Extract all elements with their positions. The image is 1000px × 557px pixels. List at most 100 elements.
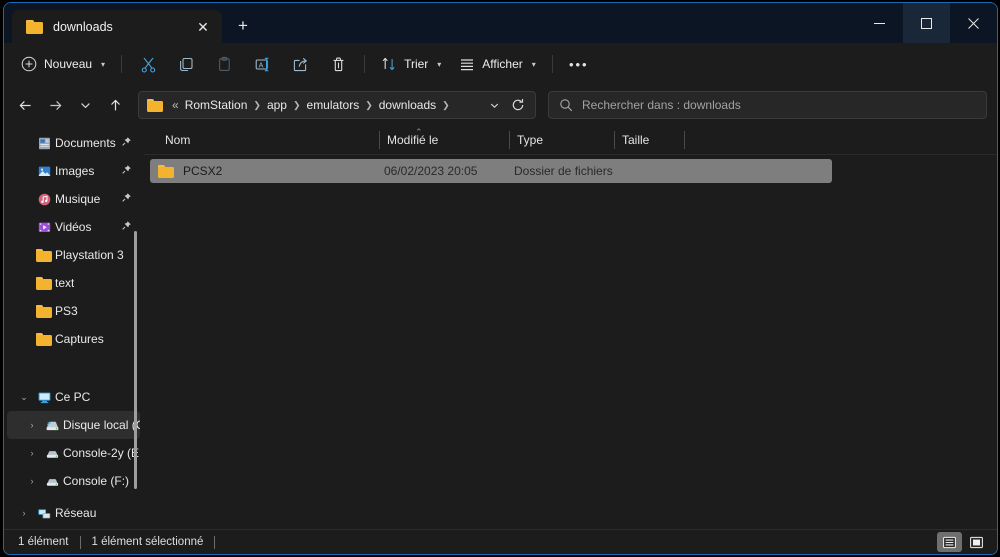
recent-locations-button[interactable]	[70, 90, 100, 120]
new-button[interactable]: Nouveau ▾	[12, 49, 114, 79]
chevron-down-icon: ▾	[101, 59, 106, 69]
tab-title: downloads	[53, 19, 113, 34]
breadcrumb-item-emulators[interactable]: emulators	[304, 98, 363, 112]
minimize-icon[interactable]	[856, 3, 903, 43]
column-header-taille[interactable]: Taille	[622, 133, 649, 147]
sidebar-item-label: Console-2y (E:	[63, 446, 140, 460]
sidebar-item-musique[interactable]: Musique	[7, 185, 140, 213]
pictures-icon	[33, 164, 55, 179]
sidebar-item-label: Documents	[55, 136, 116, 150]
file-modified: 06/02/2023 20:05	[384, 164, 478, 178]
address-bar[interactable]: « RomStation ❯ app ❯ emulators ❯ downloa…	[138, 91, 536, 119]
back-button[interactable]	[10, 90, 40, 120]
tab-downloads[interactable]: downloads ✕	[12, 10, 222, 43]
this-pc-icon	[33, 390, 55, 405]
breadcrumb-separator-icon: ❯	[253, 99, 261, 110]
sort-button-label: Trier	[404, 57, 429, 71]
scissors-icon	[141, 57, 155, 73]
folder-icon	[33, 304, 55, 318]
chevron-right-icon[interactable]: ›	[23, 448, 41, 458]
chevron-down-icon[interactable]: ⌄	[15, 392, 33, 403]
address-dropdown-icon[interactable]	[483, 93, 505, 117]
navigation-pane: Documents Images Musique Vidéos Playstat…	[4, 125, 144, 529]
command-bar: Nouveau ▾ A Trier ▾ Afficher ▾ •••	[4, 43, 997, 85]
sidebar-item-reseau[interactable]: › Réseau	[7, 499, 140, 527]
paste-button[interactable]	[205, 49, 243, 79]
sidebar-item-images[interactable]: Images	[7, 157, 140, 185]
large-icons-view-button[interactable]	[964, 532, 989, 552]
arrow-up-icon	[110, 99, 120, 110]
breadcrumb-separator-icon: ❯	[365, 99, 373, 110]
tab-close-icon[interactable]: ✕	[190, 15, 216, 39]
sidebar-item-captures[interactable]: Captures	[7, 325, 140, 353]
search-box[interactable]: Rechercher dans : downloads	[548, 91, 987, 119]
column-header-nom[interactable]: Nom	[165, 133, 190, 147]
breadcrumb-item-downloads[interactable]: downloads	[376, 98, 439, 112]
maximize-icon[interactable]	[903, 3, 950, 43]
sidebar-item-ps3[interactable]: PS3	[7, 297, 140, 325]
chevron-right-icon[interactable]: ›	[23, 420, 41, 430]
chevron-down-icon	[80, 102, 90, 108]
sidebar-item-console-f[interactable]: › Console (F:)	[7, 467, 140, 495]
breadcrumb-item-romstation[interactable]: RomStation	[182, 98, 251, 112]
search-input[interactable]: Rechercher dans : downloads	[582, 98, 741, 112]
view-button[interactable]: Afficher ▾	[450, 49, 544, 79]
details-view-button[interactable]	[937, 532, 962, 552]
plus-circle-icon	[21, 56, 37, 72]
delete-button[interactable]	[319, 49, 357, 79]
column-header-modifie-le[interactable]: Modifié le	[387, 133, 438, 147]
column-separator[interactable]	[684, 131, 685, 149]
sidebar-item-label: Musique	[55, 192, 101, 206]
status-divider	[214, 535, 216, 549]
column-separator[interactable]	[614, 131, 615, 149]
close-icon[interactable]	[950, 3, 997, 43]
forward-button[interactable]	[40, 90, 70, 120]
cut-button[interactable]	[129, 49, 167, 79]
trash-icon	[333, 57, 343, 71]
breadcrumb-overflow[interactable]: «	[169, 98, 182, 112]
sidebar-item-label: Captures	[55, 332, 104, 346]
file-name: PCSX2	[183, 164, 223, 178]
tab-strip: downloads ✕ +	[4, 3, 260, 43]
sidebar-item-videos[interactable]: Vidéos	[7, 213, 140, 241]
chevron-right-icon[interactable]: ›	[15, 508, 33, 518]
sidebar-item-label: Ce PC	[55, 390, 91, 404]
table-row[interactable]: PCSX2 06/02/2023 20:05 Dossier de fichie…	[150, 159, 832, 183]
refresh-icon[interactable]	[505, 93, 531, 117]
up-button[interactable]	[100, 90, 130, 120]
pin-icon	[121, 192, 132, 206]
sidebar-item-label: PS3	[55, 304, 78, 318]
column-header-type[interactable]: Type	[517, 133, 543, 147]
sort-button[interactable]: Trier ▾	[372, 49, 450, 79]
column-separator[interactable]	[379, 131, 380, 149]
copy-icon	[179, 57, 193, 71]
sidebar-scrollbar[interactable]	[134, 231, 137, 489]
sidebar-item-ce-pc[interactable]: ⌄ Ce PC	[7, 383, 140, 411]
file-type: Dossier de fichiers	[514, 164, 613, 178]
sidebar-item-disque-local-c[interactable]: › Disque local (C	[7, 411, 140, 439]
chevron-down-icon: ▾	[531, 59, 536, 69]
sidebar-item-console-2y-e[interactable]: › Console-2y (E:	[7, 439, 141, 467]
documents-icon	[33, 136, 55, 151]
share-button[interactable]	[281, 49, 319, 79]
column-separator[interactable]	[509, 131, 510, 149]
sidebar-item-documents[interactable]: Documents	[7, 129, 140, 157]
ellipsis-icon: •••	[568, 56, 589, 72]
new-tab-button[interactable]: +	[226, 11, 260, 41]
sidebar-item-playstation-3[interactable]: Playstation 3	[7, 241, 140, 269]
breadcrumb-item-app[interactable]: app	[264, 98, 290, 112]
chevron-right-icon[interactable]: ›	[23, 476, 41, 486]
network-icon	[33, 506, 55, 521]
music-icon	[33, 192, 55, 207]
copy-button[interactable]	[167, 49, 205, 79]
toolbar-divider-3	[551, 55, 553, 73]
folder-icon	[147, 98, 163, 112]
large-icons-view-icon	[970, 536, 983, 548]
rename-button[interactable]: A	[243, 49, 281, 79]
folder-icon	[158, 164, 174, 178]
more-options-button[interactable]: •••	[560, 49, 598, 79]
folder-icon	[33, 276, 55, 290]
sidebar-item-text[interactable]: text	[7, 269, 140, 297]
main-area: Documents Images Musique Vidéos Playstat…	[4, 125, 997, 529]
